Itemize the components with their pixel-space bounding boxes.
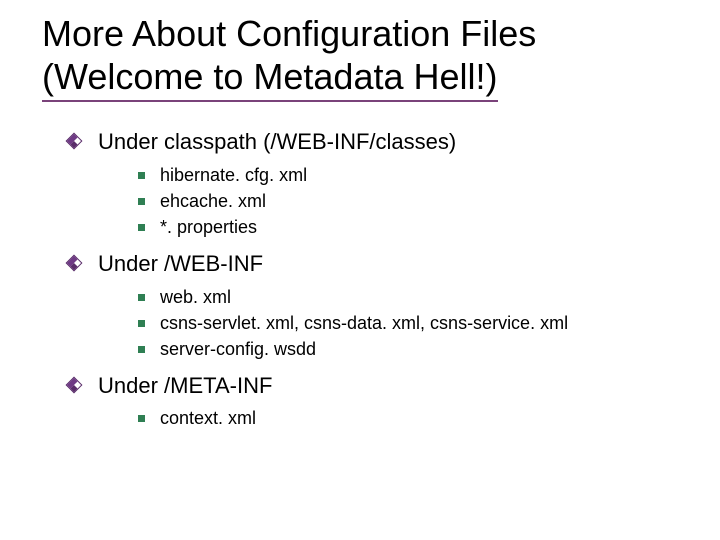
slide-body: Under classpath (/WEB-INF/classes) hiber… [68,128,720,431]
bullet-level1: Under /META-INF [68,372,720,400]
bullet-label: Under /META-INF [98,373,272,398]
slide-title: More About Configuration Files (Welcome … [42,12,720,102]
bullet-level2: csns-servlet. xml, csns-data. xml, csns-… [138,310,720,336]
title-line-2: (Welcome to Metadata Hell!) [42,55,498,102]
sublist: hibernate. cfg. xml ehcache. xml *. prop… [138,162,720,240]
sub-item: web. xml [160,287,231,307]
bullet-level2: hibernate. cfg. xml [138,162,720,188]
bullet-level2: web. xml [138,284,720,310]
diamond-icon [66,133,83,150]
bullet-label: Under /WEB-INF [98,251,263,276]
bullet-level2: *. properties [138,214,720,240]
bullet-level1: Under /WEB-INF [68,250,720,278]
sub-item: csns-servlet. xml, csns-data. xml, csns-… [160,313,568,333]
diamond-icon [66,376,83,393]
bullet-level2: server-config. wsdd [138,336,720,362]
sub-item: context. xml [160,408,256,428]
sub-item: ehcache. xml [160,191,266,211]
bullet-label: Under classpath (/WEB-INF/classes) [98,129,456,154]
sublist: context. xml [138,405,720,431]
sublist: web. xml csns-servlet. xml, csns-data. x… [138,284,720,362]
bullet-level2: ehcache. xml [138,188,720,214]
sub-item: server-config. wsdd [160,339,316,359]
diamond-icon [66,255,83,272]
slide: More About Configuration Files (Welcome … [0,0,720,540]
sub-item: hibernate. cfg. xml [160,165,307,185]
sub-item: *. properties [160,217,257,237]
title-line-1: More About Configuration Files [42,13,536,54]
bullet-level2: context. xml [138,405,720,431]
bullet-level1: Under classpath (/WEB-INF/classes) [68,128,720,156]
